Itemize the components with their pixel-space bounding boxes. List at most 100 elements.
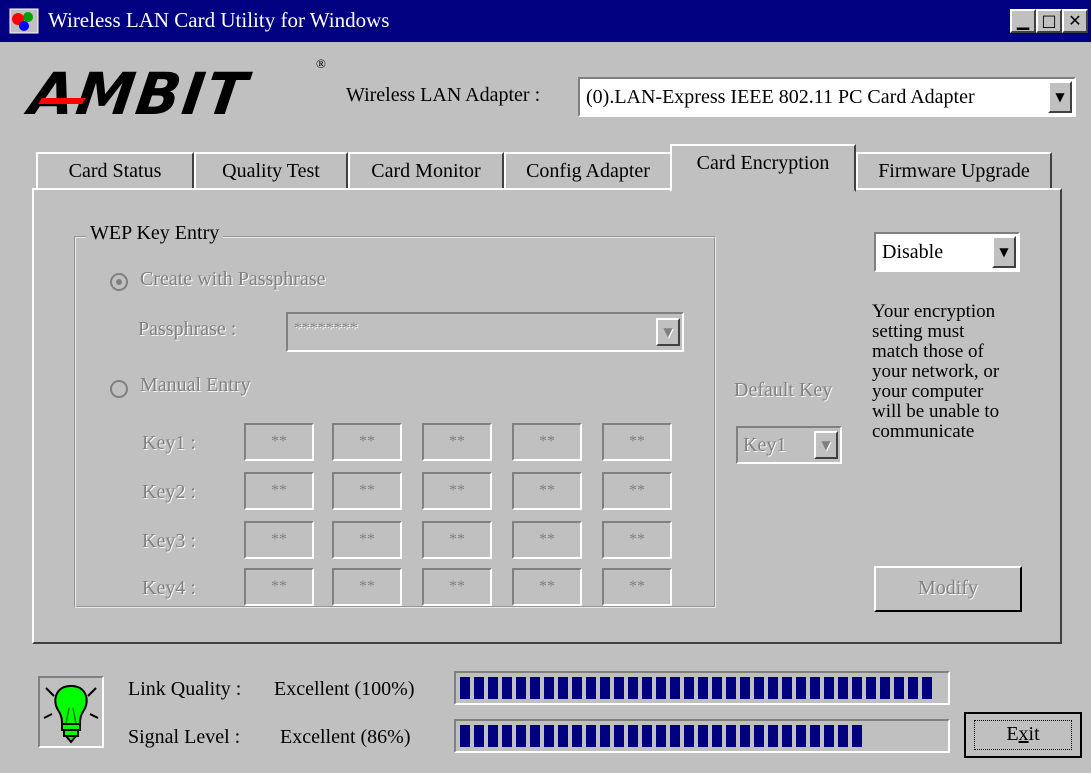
encryption-mode-dropdown-button[interactable]: ▼ — [992, 236, 1016, 268]
key4-field-2[interactable]: ** — [332, 568, 402, 606]
maximize-icon: □ — [1041, 11, 1057, 30]
encryption-note-line: match those of — [872, 341, 984, 362]
tab-card-status[interactable]: Card Status — [36, 152, 194, 190]
logo-red-stripe — [38, 98, 86, 104]
signal-level-segment — [838, 725, 848, 747]
create-with-passphrase-label: Create with Passphrase — [140, 268, 326, 290]
close-button[interactable]: ✕ — [1062, 9, 1088, 33]
encryption-mode-select[interactable]: Disable ▼ — [874, 232, 1020, 272]
signal-level-segment — [726, 725, 736, 747]
link-quality-segment — [880, 677, 890, 699]
link-quality-segment — [698, 677, 708, 699]
link-quality-segment — [600, 677, 610, 699]
key3-field-5[interactable]: ** — [602, 521, 672, 559]
default-key-dropdown-button[interactable]: ▼ — [814, 431, 838, 459]
key3-field-4[interactable]: ** — [512, 521, 582, 559]
encryption-note-line: will be unable to — [872, 401, 1000, 422]
key3-field-1[interactable]: ** — [244, 521, 314, 559]
minimize-button[interactable]: ▁ — [1010, 9, 1036, 33]
tab-card-monitor[interactable]: Card Monitor — [348, 152, 504, 190]
encryption-note-line: communicate — [872, 421, 975, 442]
signal-level-segment — [628, 725, 638, 747]
wireless-app-icon[interactable] — [8, 7, 40, 35]
key1-field-1[interactable]: ** — [244, 423, 314, 461]
key2-field-2[interactable]: ** — [332, 472, 402, 510]
signal-level-segment — [474, 725, 484, 747]
signal-level-segment — [488, 725, 498, 747]
signal-level-segment — [740, 725, 750, 747]
link-quality-segment — [642, 677, 652, 699]
signal-level-segment — [782, 725, 792, 747]
create-with-passphrase-radio[interactable] — [110, 273, 128, 291]
link-quality-segment — [866, 677, 876, 699]
tab-config-adapter[interactable]: Config Adapter — [504, 152, 672, 190]
triangle-down-icon: ▼ — [1055, 90, 1065, 104]
key1-field-3[interactable]: ** — [422, 423, 492, 461]
link-quality-segment — [852, 677, 862, 699]
key2-field-4[interactable]: ** — [512, 472, 582, 510]
manual-entry-radio[interactable] — [110, 380, 128, 398]
tab-quality-test[interactable]: Quality Test — [194, 152, 348, 190]
adapter-dropdown-button[interactable]: ▼ — [1048, 81, 1072, 113]
tab-card-encryption[interactable]: Card Encryption — [670, 144, 856, 192]
exit-button-label: Exit — [966, 723, 1080, 746]
signal-level-segment — [768, 725, 778, 747]
title-bar[interactable]: Wireless LAN Card Utility for Windows ▁ … — [0, 0, 1091, 42]
signal-level-segment — [824, 725, 834, 747]
signal-level-segment — [670, 725, 680, 747]
key3-field-3[interactable]: ** — [422, 521, 492, 559]
adapter-select[interactable]: (0).LAN-Express IEEE 802.11 PC Card Adap… — [578, 77, 1076, 117]
triangle-down-icon: ▼ — [663, 325, 673, 339]
encryption-note-line: Your encryption — [872, 301, 996, 322]
card-encryption-panel: WEP Key Entry Create with Passphrase Pas… — [32, 188, 1062, 644]
key1-field-2[interactable]: ** — [332, 423, 402, 461]
key1-field-4[interactable]: ** — [512, 423, 582, 461]
link-quality-segment — [754, 677, 764, 699]
passphrase-dropdown-button[interactable]: ▼ — [656, 318, 680, 346]
link-quality-segment — [502, 677, 512, 699]
key2-field-3[interactable]: ** — [422, 472, 492, 510]
signal-level-label: Signal Level : — [128, 726, 241, 748]
key2-field-1[interactable]: ** — [244, 472, 314, 510]
key2-field-5[interactable]: ** — [602, 472, 672, 510]
passphrase-field[interactable]: ******** ▼ — [286, 312, 684, 352]
signal-level-segment — [572, 725, 582, 747]
encryption-note: Your encryption setting must match those… — [872, 302, 1062, 442]
link-quality-segment — [824, 677, 834, 699]
passphrase-label: Passphrase : — [138, 318, 237, 340]
maximize-button[interactable]: □ — [1036, 9, 1062, 33]
key4-field-5[interactable]: ** — [602, 568, 672, 606]
key4-field-1[interactable]: ** — [244, 568, 314, 606]
default-key-value: Key1 — [743, 434, 787, 456]
link-quality-segment — [530, 677, 540, 699]
modify-button-label: Modify — [918, 577, 978, 599]
signal-level-segment — [810, 725, 820, 747]
link-quality-segment — [726, 677, 736, 699]
link-quality-segment — [712, 677, 722, 699]
key4-field-4[interactable]: ** — [512, 568, 582, 606]
window-title: Wireless LAN Card Utility for Windows — [48, 8, 390, 32]
link-quality-value: Excellent (100%) — [274, 678, 415, 700]
link-quality-segment — [572, 677, 582, 699]
key3-field-2[interactable]: ** — [332, 521, 402, 559]
default-key-select[interactable]: Key1 ▼ — [736, 426, 842, 464]
link-quality-segment — [656, 677, 666, 699]
link-quality-segment — [516, 677, 526, 699]
signal-level-segment — [530, 725, 540, 747]
modify-button[interactable]: Modify — [874, 566, 1022, 612]
link-quality-segment — [488, 677, 498, 699]
signal-level-segment — [544, 725, 554, 747]
exit-button[interactable]: Exit — [964, 712, 1082, 758]
key4-field-3[interactable]: ** — [422, 568, 492, 606]
link-quality-segment — [558, 677, 568, 699]
link-quality-segment — [782, 677, 792, 699]
link-quality-segment — [894, 677, 904, 699]
key1-field-5[interactable]: ** — [602, 423, 672, 461]
signal-level-segment — [852, 725, 862, 747]
signal-level-segment — [516, 725, 526, 747]
link-quality-label: Link Quality : — [128, 678, 242, 700]
key1-label: Key1 : — [142, 432, 196, 454]
tab-firmware-upgrade[interactable]: Firmware Upgrade — [856, 152, 1052, 190]
signal-level-segment — [460, 725, 470, 747]
signal-level-segment — [684, 725, 694, 747]
